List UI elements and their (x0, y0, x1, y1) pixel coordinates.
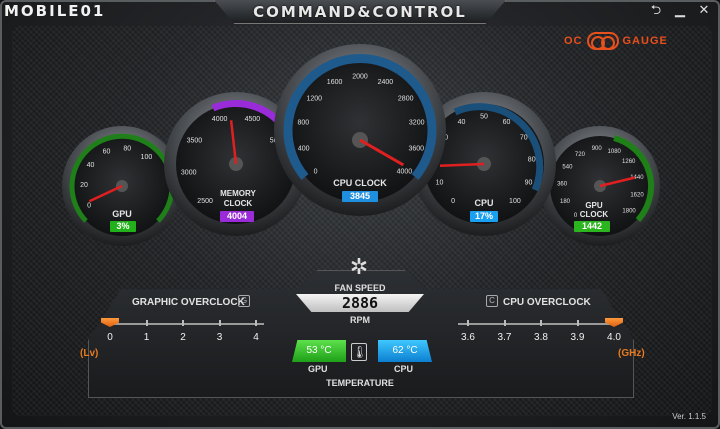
tick-label: 800 (297, 119, 309, 126)
cpu-gauge-label: CPU (474, 198, 493, 208)
cpu-overclock-title: CPU OVERCLOCK (503, 297, 591, 308)
cpu-clock-readout: 3845 (342, 191, 378, 202)
tick-label: 100 (509, 198, 521, 205)
fan-speed-label: FAN SPEED (334, 283, 386, 293)
tick-label: 80 (528, 156, 536, 163)
graphic-overclock-title: GRAPHIC OVERCLOCK (132, 297, 245, 308)
cpu-overclock-slider-track[interactable] (458, 323, 618, 325)
graphic-overclock-level[interactable]: 2 (170, 332, 196, 343)
gpu-clock-label-line1: GPU (585, 201, 603, 210)
tick-label: 540 (562, 164, 573, 170)
graphic-overclock-level[interactable]: 4 (243, 332, 269, 343)
tick-label: 360 (557, 181, 568, 187)
cpu-overclock-tick[interactable] (503, 320, 506, 326)
tick-label: 1080 (608, 149, 622, 155)
tick-label: 80 (123, 146, 131, 153)
gpu-clock-label-line2: CLOCK (580, 210, 609, 219)
cpu-overclock-level[interactable]: 4.0 (601, 332, 627, 343)
tick-label: 1260 (622, 159, 636, 165)
thermometer-icon: 🌡 (351, 343, 368, 361)
tick-label: 720 (575, 152, 586, 158)
tick-label: 180 (560, 199, 571, 205)
cpu-overclock-tick[interactable] (540, 320, 542, 326)
gpu-temperature-label: GPU (308, 364, 328, 374)
cpu-overclock-level[interactable]: 3.7 (492, 332, 518, 343)
gpu-temperature-badge: 53 °C (292, 340, 346, 362)
cpu-overclock-level[interactable]: 3.9 (565, 332, 591, 343)
graphic-overclock-tick[interactable] (218, 320, 221, 326)
memory-clock-readout: 4004 (220, 211, 254, 222)
graphic-overclock-level[interactable]: 1 (134, 332, 160, 343)
cpu-overclock-icon: C (486, 295, 498, 307)
tick-label: 70 (520, 135, 528, 142)
tick-label: 0 (314, 169, 318, 176)
graphic-overclock-tick[interactable] (145, 320, 148, 326)
tick-label: 3000 (181, 170, 197, 177)
tick-label: 40 (87, 162, 95, 169)
tick-label: 60 (103, 149, 111, 156)
graphic-overclock-slider-track[interactable] (106, 323, 264, 325)
cpu-overclock-level[interactable]: 3.6 (455, 332, 481, 343)
fan-icon: ✲ (349, 254, 369, 279)
tick-label: 1800 (622, 208, 636, 214)
graphic-overclock-unit: (Lv) (80, 348, 99, 359)
tick-label: 3600 (409, 145, 425, 152)
gpu-clock-readout: 1442 (574, 221, 610, 232)
memory-clock-label-line2: CLOCK (224, 199, 253, 208)
temperature-title: TEMPERATURE (326, 378, 394, 388)
graphic-overclock-level[interactable]: 3 (207, 332, 233, 343)
tick-label: 2000 (352, 73, 368, 80)
cpu-overclock-level[interactable]: 3.8 (528, 332, 554, 343)
cpu-clock-label: CPU CLOCK (333, 178, 387, 188)
gpu-gauge-label: GPU (112, 209, 132, 219)
tick-label: 10 (436, 179, 444, 186)
fan-speed-value: 2886 (296, 294, 424, 312)
cpu-overclock-tick[interactable] (576, 320, 579, 326)
cpu-overclock-tick[interactable] (467, 320, 469, 326)
graphic-overclock-icon: G (238, 295, 250, 307)
gpu-readout: 3% (110, 221, 136, 232)
tick-label: 40 (458, 119, 466, 126)
tick-label: 4000 (397, 169, 413, 176)
tick-label: 2400 (378, 79, 394, 86)
graphic-overclock-level[interactable]: 0 (97, 332, 123, 343)
tick-label: 3200 (409, 119, 425, 126)
tick-label: 4500 (245, 116, 261, 123)
tick-label: 90 (525, 179, 533, 186)
tick-label: 3500 (187, 137, 203, 144)
fan-speed-unit: RPM (350, 315, 370, 325)
memory-clock-label-line1: MEMORY (220, 189, 256, 198)
tick-label: 100 (141, 154, 153, 161)
tick-label: 0 (451, 198, 455, 205)
tick-label: 1600 (327, 79, 343, 86)
graphic-overclock-tick[interactable] (182, 320, 184, 326)
cpu-overclock-unit: (GHz) (618, 348, 645, 359)
tick-label: 0 (87, 202, 91, 209)
version-label: Ver. 1.1.5 (672, 412, 706, 421)
tick-label: 50 (480, 113, 488, 120)
tick-label: 900 (592, 146, 603, 152)
tick-label: 2500 (197, 198, 213, 205)
tick-label: 1620 (630, 193, 644, 199)
tick-label: 2800 (398, 96, 414, 103)
tick-label: 1200 (307, 96, 323, 103)
tick-label: 4000 (212, 116, 228, 123)
tick-label: 60 (503, 119, 511, 126)
cpu-temperature-label: CPU (394, 364, 414, 374)
tick-label: 20 (80, 182, 88, 189)
cpu-readout: 17% (470, 211, 498, 222)
tick-label: 400 (298, 145, 310, 152)
cpu-temperature-badge: 62 °C (378, 340, 432, 362)
graphic-overclock-tick[interactable] (255, 320, 257, 326)
